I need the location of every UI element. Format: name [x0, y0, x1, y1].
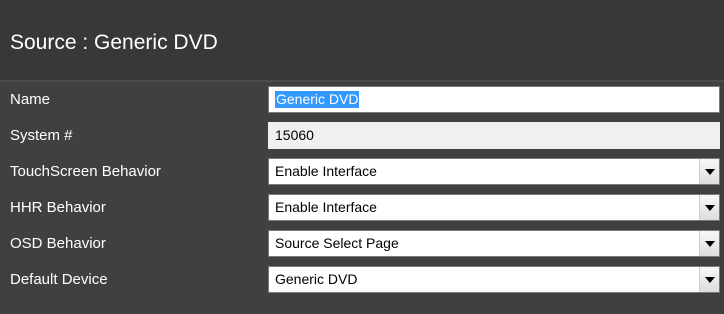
default-device-label: Default Device: [10, 271, 108, 288]
system-number-label: System #: [10, 127, 73, 144]
osd-behavior-selected-value: Source Select Page: [275, 235, 399, 251]
name-input-value[interactable]: Generic DVD: [275, 91, 360, 108]
name-label: Name: [10, 91, 51, 108]
hhr-behavior-select[interactable]: Enable Interface: [268, 194, 720, 221]
source-settings-panel: Source : Generic DVD Name Generic DVD Sy…: [0, 0, 724, 314]
chevron-down-icon: [705, 277, 715, 283]
chevron-down-icon: [705, 205, 715, 211]
chevron-down-icon: [705, 169, 715, 175]
osd-behavior-label: OSD Behavior: [10, 235, 106, 252]
touchscreen-behavior-row: TouchScreen Behavior Enable Interface: [0, 154, 724, 192]
system-number-value: 15060: [275, 127, 314, 143]
hhr-behavior-selected-value: Enable Interface: [275, 199, 377, 215]
hhr-behavior-label: HHR Behavior: [10, 199, 106, 216]
osd-behavior-row: OSD Behavior Source Select Page: [0, 226, 724, 264]
default-device-row: Default Device Generic DVD: [0, 262, 724, 300]
touchscreen-behavior-selected-value: Enable Interface: [275, 163, 377, 179]
osd-behavior-select[interactable]: Source Select Page: [268, 230, 720, 257]
name-row: Name Generic DVD: [0, 82, 724, 120]
osd-behavior-dropdown-button[interactable]: [699, 231, 719, 256]
hhr-behavior-row: HHR Behavior Enable Interface: [0, 190, 724, 228]
page-title: Source : Generic DVD: [10, 31, 218, 54]
system-number-field: 15060: [268, 122, 720, 149]
hhr-behavior-dropdown-button[interactable]: [699, 195, 719, 220]
default-device-select[interactable]: Generic DVD: [268, 266, 720, 293]
system-number-row: System # 15060: [0, 118, 724, 156]
default-device-selected-value: Generic DVD: [275, 271, 358, 287]
default-device-dropdown-button[interactable]: [699, 267, 719, 292]
touchscreen-behavior-select[interactable]: Enable Interface: [268, 158, 720, 185]
touchscreen-behavior-dropdown-button[interactable]: [699, 159, 719, 184]
chevron-down-icon: [705, 241, 715, 247]
name-input-container[interactable]: Generic DVD: [268, 86, 720, 113]
panel-header: Source : Generic DVD: [0, 0, 724, 82]
touchscreen-behavior-label: TouchScreen Behavior: [10, 163, 161, 180]
